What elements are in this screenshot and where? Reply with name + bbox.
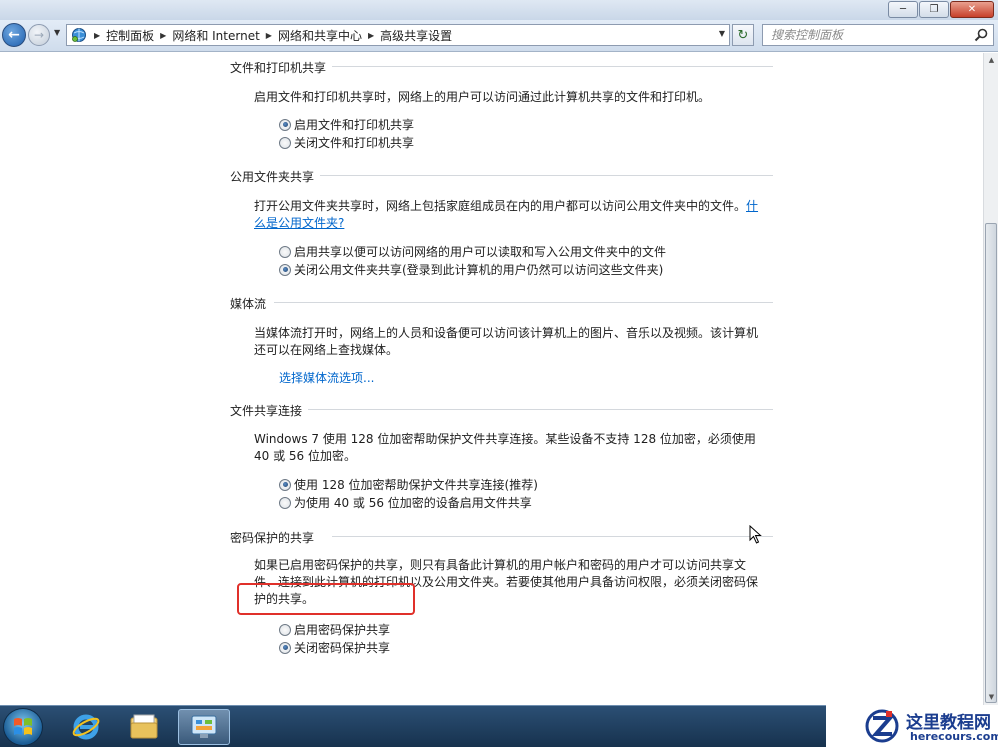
radio-label: 为使用 40 或 56 位加密的设备启用文件共享: [294, 496, 532, 510]
breadcrumb-advanced-sharing[interactable]: 高级共享设置: [380, 27, 452, 44]
arrow-left-icon: ←: [8, 27, 20, 43]
breadcrumb-separator[interactable]: ▶: [368, 31, 374, 40]
navigation-bar: ← → ▼ ▶ 控制面板 ▶ 网络和 Internet ▶ 网络和共享中心 ▶ …: [0, 20, 998, 52]
network-icon: [70, 27, 88, 43]
radio-enable-file-printer-sharing[interactable]: 启用文件和打印机共享: [279, 116, 414, 133]
restore-button[interactable]: ❐: [919, 1, 949, 18]
radio-label: 关闭密码保护共享: [294, 641, 391, 655]
radio-label: 关闭文件和打印机共享: [294, 136, 415, 150]
section-title-public-folder-sharing: 公用文件夹共享: [230, 170, 315, 184]
breadcrumb-separator[interactable]: ▶: [160, 31, 166, 40]
radio-enable-public-folder-sharing[interactable]: 启用共享以便可以访问网络的用户可以读取和写入公用文件夹中的文件: [279, 243, 666, 260]
back-button[interactable]: ←: [2, 23, 26, 47]
taskbar-control-panel[interactable]: [178, 709, 230, 745]
watermark-logo-icon: [865, 709, 899, 743]
search-input[interactable]: [763, 25, 963, 45]
search-icon[interactable]: [973, 27, 989, 43]
section-description: Windows 7 使用 128 位加密帮助保护文件共享连接。某些设备不支持 1…: [254, 432, 756, 463]
radio-disable-public-folder-sharing[interactable]: 关闭公用文件夹共享(登录到此计算机的用户仍然可以访问这些文件夹): [279, 261, 663, 278]
section-divider: [332, 536, 773, 537]
arrow-right-icon: →: [33, 28, 45, 42]
radio-button[interactable]: [279, 136, 291, 149]
section-title-file-sharing-connections: 文件共享连接: [230, 404, 303, 418]
scroll-down-arrow-icon[interactable]: ▼: [986, 692, 997, 703]
refresh-button[interactable]: ↻: [732, 24, 754, 46]
radio-button[interactable]: [279, 623, 291, 636]
mouse-pointer-icon: [749, 525, 762, 544]
section-description: 启用文件和打印机共享时，网络上的用户可以访问通过此计算机共享的文件和打印机。: [254, 90, 711, 104]
choose-media-streaming-options-link[interactable]: 选择媒体流选项...: [279, 369, 374, 386]
close-button[interactable]: ✕: [950, 1, 994, 18]
close-icon: ✕: [967, 4, 977, 15]
title-bar: ─ ❐ ✕: [0, 0, 998, 20]
section-description: 当媒体流打开时，网络上的人员和设备便可以访问该计算机上的图片、音乐以及视频。该计…: [254, 326, 759, 357]
breadcrumb-separator[interactable]: ▶: [266, 31, 272, 40]
taskbar-file-explorer[interactable]: [118, 709, 170, 745]
watermark-url: herecours.com: [910, 730, 998, 743]
radio-button[interactable]: [279, 245, 291, 258]
control-panel-icon: [191, 715, 217, 738]
section-title-media-streaming: 媒体流: [230, 297, 267, 311]
internet-explorer-icon: [72, 714, 100, 740]
recent-pages-dropdown[interactable]: ▼: [54, 28, 60, 37]
section-description-text: 打开公用文件夹共享时，网络上包括家庭组成员在内的用户都可以访问公用文件夹中的文件…: [254, 199, 747, 213]
radio-disable-file-printer-sharing[interactable]: 关闭文件和打印机共享: [279, 134, 414, 151]
radio-128-bit-encryption[interactable]: 使用 128 位加密帮助保护文件共享连接(推荐): [279, 476, 538, 493]
radio-button-checked[interactable]: [279, 478, 291, 491]
vertical-scrollbar[interactable]: ▲ ▼: [983, 53, 998, 705]
breadcrumb-network-sharing-center[interactable]: 网络和共享中心: [278, 27, 362, 44]
start-orb-icon: [14, 718, 32, 735]
file-explorer-icon: [130, 714, 158, 739]
section-divider: [332, 66, 773, 67]
restore-icon: ❐: [929, 4, 939, 15]
section-divider: [320, 175, 773, 176]
watermark: 这里教程网 herecours.com: [826, 705, 998, 747]
red-highlight-box: [237, 583, 415, 615]
scrollbar-thumb[interactable]: [985, 223, 997, 703]
refresh-icon: ↻: [737, 27, 749, 43]
advanced-sharing-settings-panel: 文件和打印机共享 启用文件和打印机共享时，网络上的用户可以访问通过此计算机共享的…: [0, 53, 983, 705]
chevron-down-icon: ▼: [54, 28, 61, 37]
radio-label: 关闭公用文件夹共享(登录到此计算机的用户仍然可以访问这些文件夹): [294, 263, 664, 277]
section-divider: [308, 409, 773, 410]
section-title-password-protected-sharing: 密码保护的共享: [230, 531, 315, 545]
radio-label: 启用文件和打印机共享: [294, 118, 415, 132]
chevron-down-icon: ▼: [718, 29, 725, 38]
taskbar-internet-explorer[interactable]: [60, 709, 112, 745]
radio-enable-password-protected-sharing[interactable]: 启用密码保护共享: [279, 621, 390, 638]
breadcrumb-network-internet[interactable]: 网络和 Internet: [172, 27, 259, 44]
start-button[interactable]: [3, 708, 43, 746]
minimize-icon: ─: [899, 4, 907, 15]
scroll-up-arrow-icon[interactable]: ▲: [986, 55, 997, 66]
radio-label: 使用 128 位加密帮助保护文件共享连接(推荐): [294, 478, 538, 492]
breadcrumb-separator[interactable]: ▶: [94, 31, 100, 40]
address-bar[interactable]: ▶ 控制面板 ▶ 网络和 Internet ▶ 网络和共享中心 ▶ 高级共享设置…: [66, 24, 730, 46]
window-controls: ─ ❐ ✕: [888, 1, 994, 18]
address-dropdown[interactable]: ▼: [719, 29, 725, 38]
section-title-file-printer-sharing: 文件和打印机共享: [230, 61, 327, 75]
radio-button-checked[interactable]: [279, 263, 291, 276]
search-box[interactable]: [762, 24, 994, 46]
section-description: 打开公用文件夹共享时，网络上包括家庭组成员在内的用户都可以访问公用文件夹中的文件…: [254, 198, 764, 232]
section-divider: [274, 302, 773, 303]
radio-button-checked[interactable]: [279, 641, 291, 654]
forward-button[interactable]: →: [28, 24, 50, 46]
radio-label: 启用共享以便可以访问网络的用户可以读取和写入公用文件夹中的文件: [294, 245, 667, 259]
radio-disable-password-protected-sharing[interactable]: 关闭密码保护共享: [279, 639, 390, 656]
radio-40-56-bit-encryption[interactable]: 为使用 40 或 56 位加密的设备启用文件共享: [279, 494, 532, 511]
radio-button-checked[interactable]: [279, 118, 291, 131]
radio-label: 启用密码保护共享: [294, 623, 391, 637]
breadcrumb-control-panel[interactable]: 控制面板: [106, 27, 154, 44]
radio-button[interactable]: [279, 496, 291, 509]
minimize-button[interactable]: ─: [888, 1, 918, 18]
